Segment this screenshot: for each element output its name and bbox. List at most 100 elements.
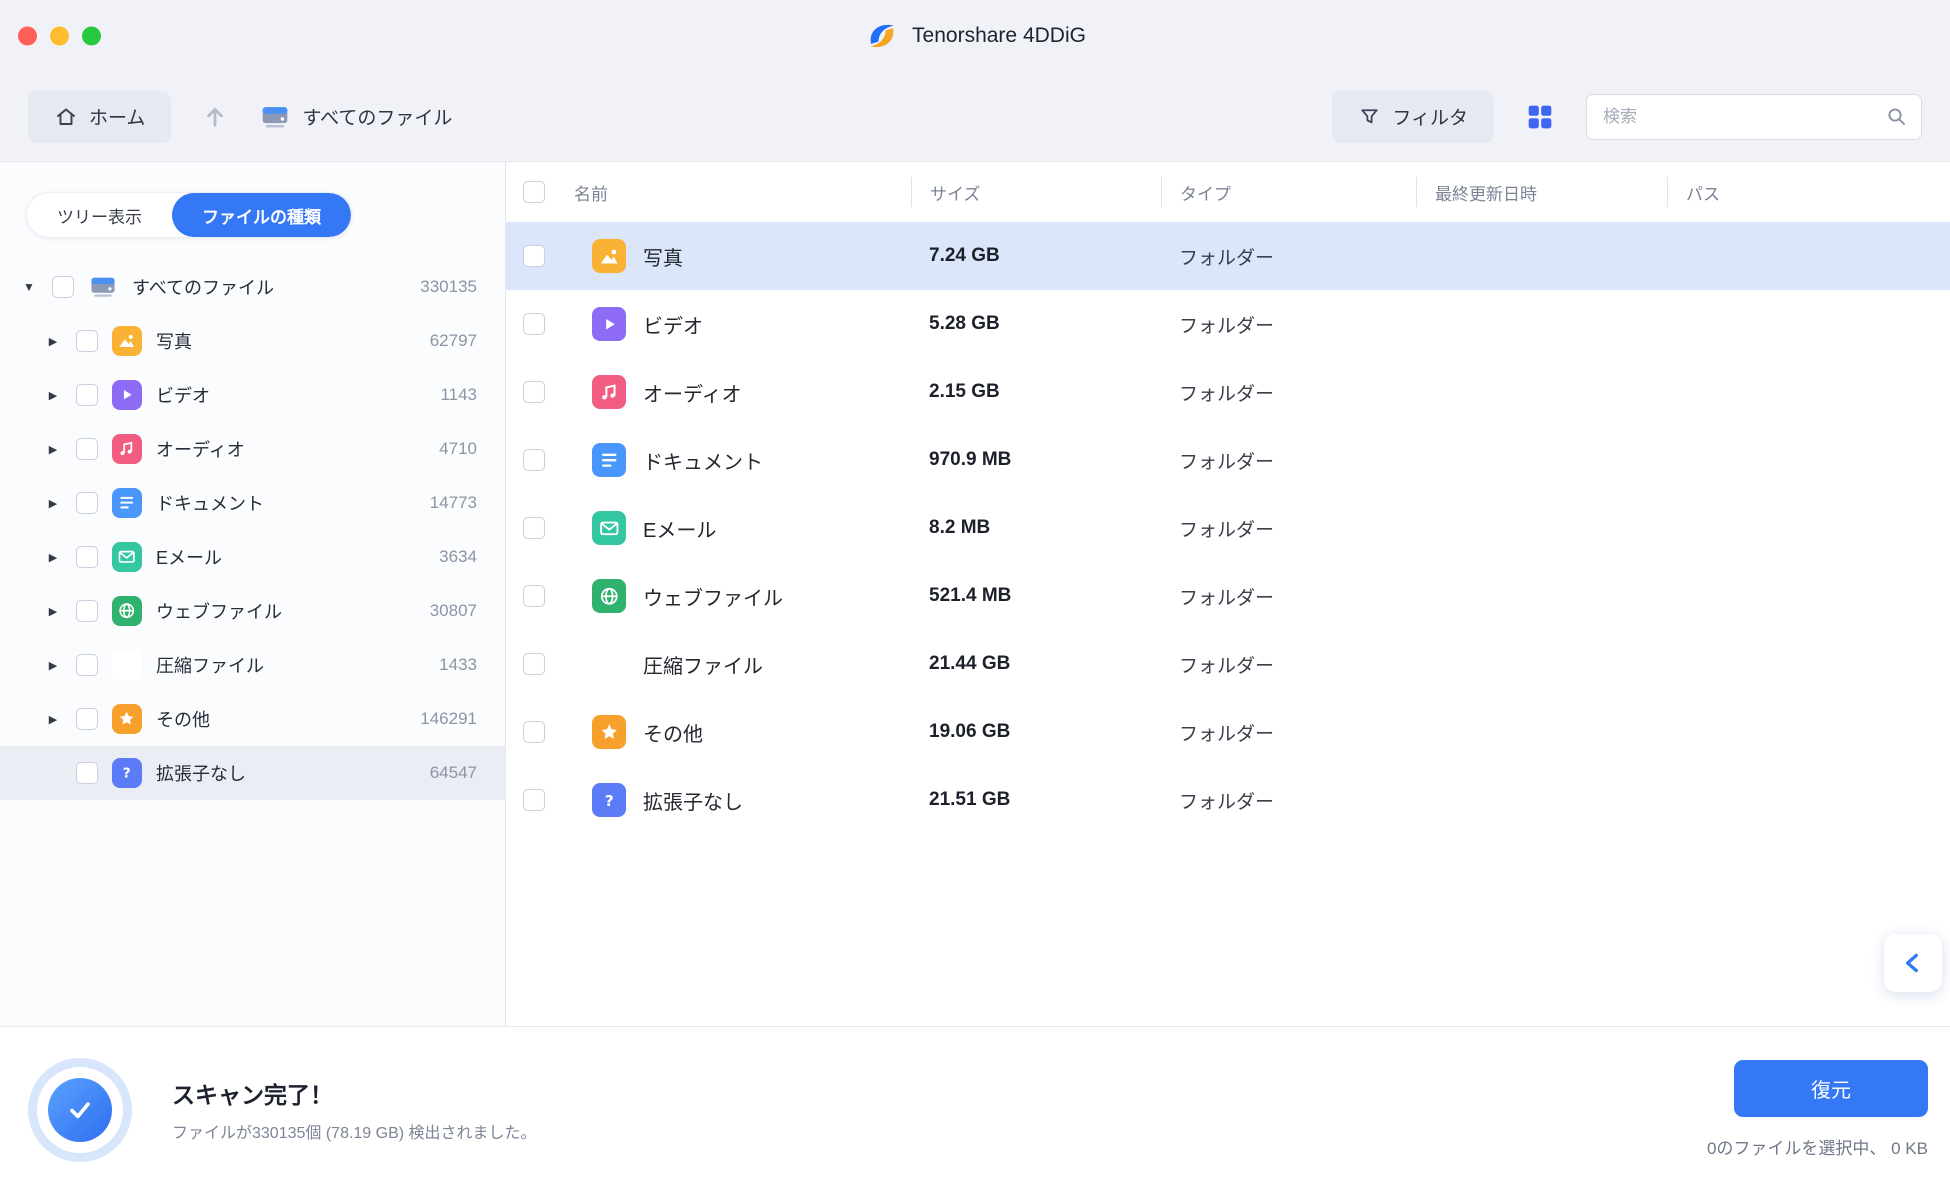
sidebar-item[interactable]: ▶ビデオ1143: [0, 368, 505, 422]
recover-button[interactable]: 復元: [1734, 1060, 1928, 1117]
disclosure-caret[interactable]: ▶: [44, 605, 62, 618]
row-size: 970.9 MB: [911, 449, 1161, 471]
top-band: Tenorshare 4DDiG ホーム: [0, 0, 1950, 162]
view-mode-button[interactable]: [1524, 101, 1556, 133]
sidebar-item[interactable]: ▶その他146291: [0, 692, 505, 746]
column-header-type[interactable]: タイプ: [1161, 177, 1416, 207]
tree-item-label: 拡張子なし: [156, 760, 416, 786]
search-icon[interactable]: [1885, 105, 1909, 129]
disclosure-caret[interactable]: ▼: [20, 280, 38, 294]
audio-icon: [592, 375, 626, 409]
home-button[interactable]: ホーム: [28, 91, 171, 143]
archive-icon: [592, 647, 626, 681]
tree-checkbox[interactable]: [76, 708, 98, 730]
row-checkbox[interactable]: [523, 721, 545, 743]
tree-checkbox[interactable]: [76, 600, 98, 622]
disclosure-caret[interactable]: ▶: [44, 497, 62, 510]
row-name: オーディオ: [643, 378, 742, 407]
tree-checkbox[interactable]: [76, 438, 98, 460]
column-header-modified[interactable]: 最終更新日時: [1416, 177, 1667, 207]
tree-item-count: 62797: [430, 331, 477, 351]
content-area: ツリー表示 ファイルの種類 ▼すべてのファイル330135▶写真62797▶ビデ…: [0, 162, 1950, 1026]
traffic-lights: [18, 27, 101, 46]
tree-checkbox[interactable]: [76, 654, 98, 676]
sidebar-item-all-files[interactable]: ▼すべてのファイル330135: [0, 260, 505, 314]
question-icon: ?: [112, 758, 142, 788]
tab-tree-view[interactable]: ツリー表示: [27, 193, 172, 237]
row-checkbox[interactable]: [523, 245, 545, 267]
tree-item-count: 30807: [430, 601, 477, 621]
table-row[interactable]: オーディオ2.15 GBフォルダー: [506, 358, 1950, 426]
svg-text:?: ?: [123, 766, 131, 782]
table-row[interactable]: Eメール8.2 MBフォルダー: [506, 494, 1950, 562]
tree-checkbox[interactable]: [52, 276, 74, 298]
search-box: [1586, 94, 1922, 140]
scan-progress-ring: [28, 1058, 132, 1162]
row-checkbox[interactable]: [523, 381, 545, 403]
disclosure-caret[interactable]: ▶: [44, 443, 62, 456]
disclosure-caret[interactable]: ▶: [44, 335, 62, 348]
table-row[interactable]: 写真7.24 GBフォルダー: [506, 222, 1950, 290]
tab-file-types[interactable]: ファイルの種類: [172, 193, 351, 237]
sidebar-item[interactable]: ▶写真62797: [0, 314, 505, 368]
column-header-size[interactable]: サイズ: [911, 177, 1161, 207]
table-body: 写真7.24 GBフォルダービデオ5.28 GBフォルダーオーディオ2.15 G…: [506, 222, 1950, 834]
table-row[interactable]: ?拡張子なし21.51 GBフォルダー: [506, 766, 1950, 834]
disclosure-caret[interactable]: ▶: [44, 551, 62, 564]
disclosure-caret[interactable]: ▶: [44, 659, 62, 672]
scan-complete-icon: [48, 1078, 112, 1142]
table-row[interactable]: ウェブファイル521.4 MBフォルダー: [506, 562, 1950, 630]
filter-button[interactable]: フィルタ: [1332, 91, 1494, 143]
disclosure-caret[interactable]: ▶: [44, 713, 62, 726]
email-icon: [112, 542, 142, 572]
table-row[interactable]: 圧縮ファイル21.44 GBフォルダー: [506, 630, 1950, 698]
row-checkbox[interactable]: [523, 449, 545, 471]
search-input[interactable]: [1586, 94, 1922, 140]
row-name-cell: ?拡張子なし: [562, 783, 911, 817]
row-type: フォルダー: [1161, 447, 1416, 474]
row-checkbox[interactable]: [523, 789, 545, 811]
question-icon: ?: [592, 783, 626, 817]
tree-checkbox[interactable]: [76, 762, 98, 784]
tree-checkbox[interactable]: [76, 546, 98, 568]
table-row[interactable]: ドキュメント970.9 MBフォルダー: [506, 426, 1950, 494]
sidebar-item[interactable]: ▶ウェブファイル30807: [0, 584, 505, 638]
row-checkbox[interactable]: [523, 313, 545, 335]
status-bar: スキャン完了！ ファイルが330135個 (78.19 GB) 検出されました。…: [0, 1026, 1950, 1192]
table-row[interactable]: ビデオ5.28 GBフォルダー: [506, 290, 1950, 358]
sidebar-item[interactable]: ▶オーディオ4710: [0, 422, 505, 476]
sidebar-item[interactable]: ?拡張子なし64547: [0, 746, 505, 800]
column-header-path[interactable]: パス: [1667, 177, 1950, 207]
breadcrumb[interactable]: すべてのファイル: [259, 101, 452, 133]
table-row[interactable]: その他19.06 GBフォルダー: [506, 698, 1950, 766]
sidebar: ツリー表示 ファイルの種類 ▼すべてのファイル330135▶写真62797▶ビデ…: [0, 162, 506, 1026]
close-window-button[interactable]: [18, 27, 37, 46]
select-all-checkbox[interactable]: [523, 181, 545, 203]
tree-checkbox[interactable]: [76, 384, 98, 406]
sidebar-item[interactable]: ▶圧縮ファイル1433: [0, 638, 505, 692]
sidebar-item[interactable]: ▶Eメール3634: [0, 530, 505, 584]
disclosure-caret[interactable]: ▶: [44, 389, 62, 402]
tree-checkbox[interactable]: [76, 492, 98, 514]
tree-checkbox[interactable]: [76, 330, 98, 352]
tree-item-count: 3634: [439, 547, 477, 567]
app-title-wrap: Tenorshare 4DDiG: [864, 18, 1086, 54]
row-name: 写真: [643, 242, 683, 271]
zoom-window-button[interactable]: [82, 27, 101, 46]
collapse-panel-button[interactable]: [1884, 934, 1942, 992]
photo-icon: [592, 239, 626, 273]
tree-item-label: オーディオ: [156, 436, 425, 462]
scan-status-detail: ファイルが330135個 (78.19 GB) 検出されました。: [172, 1119, 537, 1143]
column-header-name[interactable]: 名前: [562, 177, 911, 207]
navigate-up-button[interactable]: [201, 103, 229, 131]
tree-item-count: 330135: [420, 277, 477, 297]
row-checkbox[interactable]: [523, 585, 545, 607]
filter-button-label: フィルタ: [1392, 103, 1468, 130]
row-checkbox[interactable]: [523, 653, 545, 675]
row-size: 21.44 GB: [911, 653, 1161, 675]
sidebar-item[interactable]: ▶ドキュメント14773: [0, 476, 505, 530]
row-checkbox[interactable]: [523, 517, 545, 539]
selection-info: 0のファイルを選択中、 0 KB: [1707, 1134, 1928, 1159]
photo-icon: [112, 326, 142, 356]
minimize-window-button[interactable]: [50, 27, 69, 46]
